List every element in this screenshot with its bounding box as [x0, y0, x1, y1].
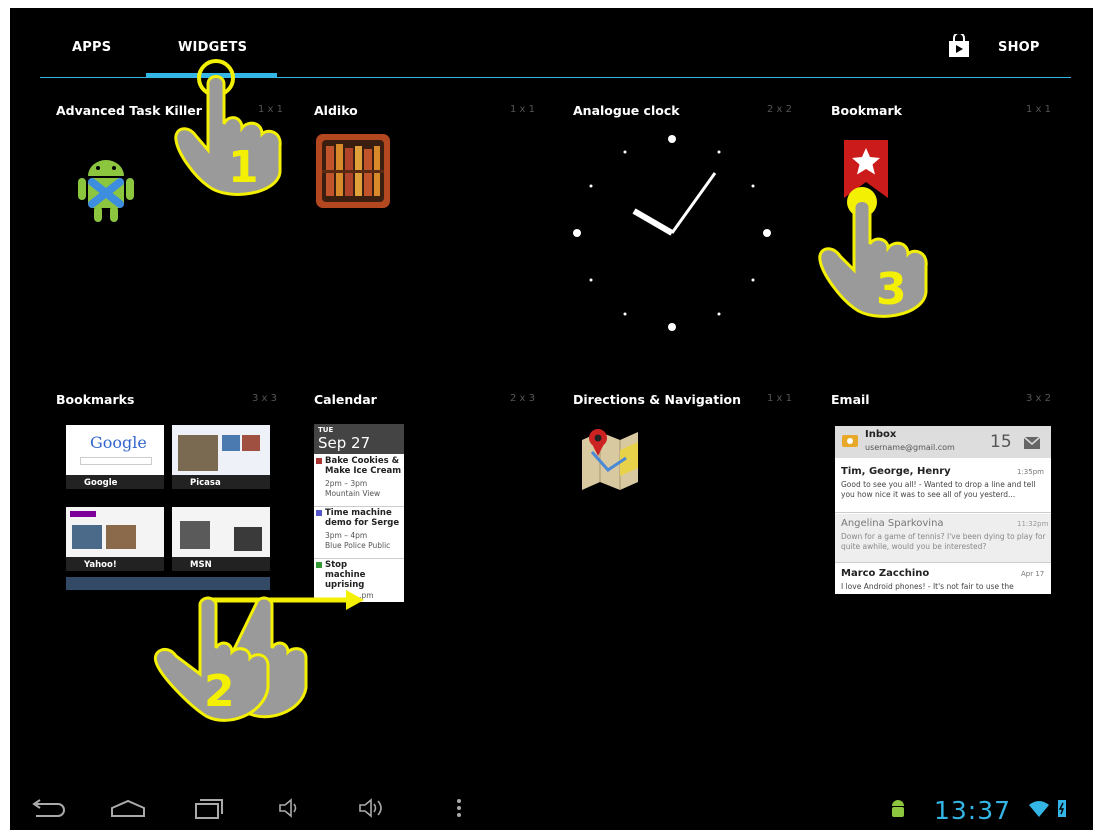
shop-button[interactable]: SHOP [948, 34, 1040, 62]
bookmark-thumb-msn: MSN [172, 507, 270, 571]
envelope-icon [1023, 436, 1041, 449]
widget-size: 2 x 2 [767, 104, 792, 115]
widget-picker: APPS WIDGETS SHOP Advanced Task Killer F… [10, 8, 1093, 830]
calendar-day: TUE [318, 426, 334, 434]
android-icon [78, 160, 134, 222]
widget-size: 1 x 1 [510, 104, 535, 115]
email-inbox-label: Inbox [865, 429, 897, 440]
directions-navigation-widget[interactable] [578, 422, 642, 492]
email-message: Tim, George, Henry 1:35pm Good to see yo… [835, 462, 1051, 513]
widget-title-aldiko: Aldiko [314, 103, 358, 118]
bookmark-thumb-yahoo: Yahoo! [66, 507, 164, 571]
email-from: Angelina Sparkovina [841, 518, 944, 529]
volume-down-icon[interactable] [278, 798, 300, 818]
task-killer-widget[interactable] [74, 148, 138, 228]
home-icon[interactable] [108, 798, 148, 820]
event-time: 2pm – 3pm [325, 479, 368, 488]
email-account: username@gmail.com [865, 443, 955, 452]
email-snippet: Good to see you all! - Wanted to drop a … [841, 480, 1036, 499]
email-snippet: I love Android phones! - It's not fair t… [841, 582, 1014, 591]
android-notification-icon [892, 800, 904, 817]
email-time: Apr 17 [1021, 570, 1045, 578]
system-bar: 13:37 [10, 788, 1093, 830]
back-icon[interactable] [30, 798, 66, 820]
calendar-event: Bake Cookies & Make Ice Cream 2pm – 3pm … [314, 456, 404, 507]
email-message: Angelina Sparkovina 11:32pm Down for a g… [835, 514, 1051, 563]
analogue-clock-widget[interactable] [572, 133, 772, 333]
widget-size: 1 x 1 [767, 393, 792, 404]
widget-size: 2 x 3 [510, 393, 535, 404]
wifi-icon [1029, 801, 1049, 817]
calendar-date: Sep 27 [318, 434, 371, 452]
bookmarks-widget[interactable]: Google Google Picasa Yahoo! MSN [66, 425, 270, 590]
step-number-3: 3 [876, 264, 907, 315]
gesture-hand-1: 1 [174, 59, 282, 196]
widget-title-directions: Directions & Navigation [573, 392, 741, 407]
bookmark-label: Google [84, 478, 118, 488]
tab-apps[interactable]: APPS [72, 40, 111, 55]
event-title: Bake Cookies & Make Ice Cream [325, 456, 402, 476]
email-time: 1:35pm [1017, 468, 1044, 476]
widget-title-bookmark: Bookmark [831, 103, 902, 118]
battery-icon [1058, 800, 1066, 817]
widget-size: 1 x 1 [1026, 104, 1051, 115]
clock-hour-hand [632, 208, 674, 236]
email-count: 15 [990, 432, 1012, 452]
clock-time: 13:37 [934, 796, 1012, 825]
email-header: Inbox username@gmail.com 15 [835, 426, 1051, 458]
email-widget[interactable]: Inbox username@gmail.com 15 Tim, George,… [835, 426, 1051, 594]
email-from: Tim, George, Henry [841, 466, 951, 477]
widget-size: 3 x 2 [1026, 393, 1051, 404]
menu-icon[interactable] [456, 798, 462, 818]
calendar-widget[interactable]: TUE Sep 27 Bake Cookies & Make Ice Cream… [314, 424, 404, 602]
email-message: Marco Zacchino Apr 17 I love Android pho… [835, 564, 1051, 594]
email-time: 11:32pm [1017, 520, 1049, 528]
bookmark-label: Picasa [190, 478, 221, 488]
tab-widgets[interactable]: WIDGETS [178, 40, 247, 55]
widget-title-analogue-clock: Analogue clock [573, 103, 680, 118]
gesture-swipe-2: 2 [153, 590, 364, 722]
step-number-2: 2 [204, 666, 235, 717]
event-place: Mountain View [325, 489, 381, 498]
bookmark-label: MSN [190, 560, 212, 570]
volume-up-icon[interactable] [358, 798, 388, 818]
aldiko-widget[interactable] [316, 134, 390, 208]
screen: APPS WIDGETS SHOP Advanced Task Killer F… [0, 0, 1101, 830]
recent-apps-icon[interactable] [192, 796, 226, 820]
widget-title-calendar: Calendar [314, 392, 377, 407]
calendar-header: TUE Sep 27 [314, 424, 404, 454]
widget-size: 3 x 3 [252, 393, 277, 404]
inbox-folder-icon [842, 435, 858, 447]
widget-title-bookmarks: Bookmarks [56, 392, 135, 407]
widget-title-email: Email [831, 392, 870, 407]
bookmark-thumb-google: Google Google [66, 425, 164, 489]
google-logo: Google [90, 433, 147, 452]
event-title: Time machine demo for Serge [325, 508, 400, 528]
bookmark-label: Yahoo! [84, 560, 117, 570]
clock-minute-hand [670, 172, 717, 234]
email-snippet: Down for a game of tennis? I've been dyi… [841, 532, 1046, 551]
calendar-event: Time machine demo for Serge 3pm – 4pm Bl… [314, 508, 404, 559]
email-from: Marco Zacchino [841, 568, 930, 579]
step-number-1: 1 [228, 142, 259, 193]
event-place: Blue Police Public [325, 541, 391, 550]
event-time: 3pm – 4pm [325, 531, 368, 540]
bookmark-thumb-picasa: Picasa [172, 425, 270, 489]
shop-label: SHOP [998, 40, 1040, 55]
shop-bag-icon [949, 34, 969, 57]
gesture-hand-3: 3 [818, 187, 928, 318]
